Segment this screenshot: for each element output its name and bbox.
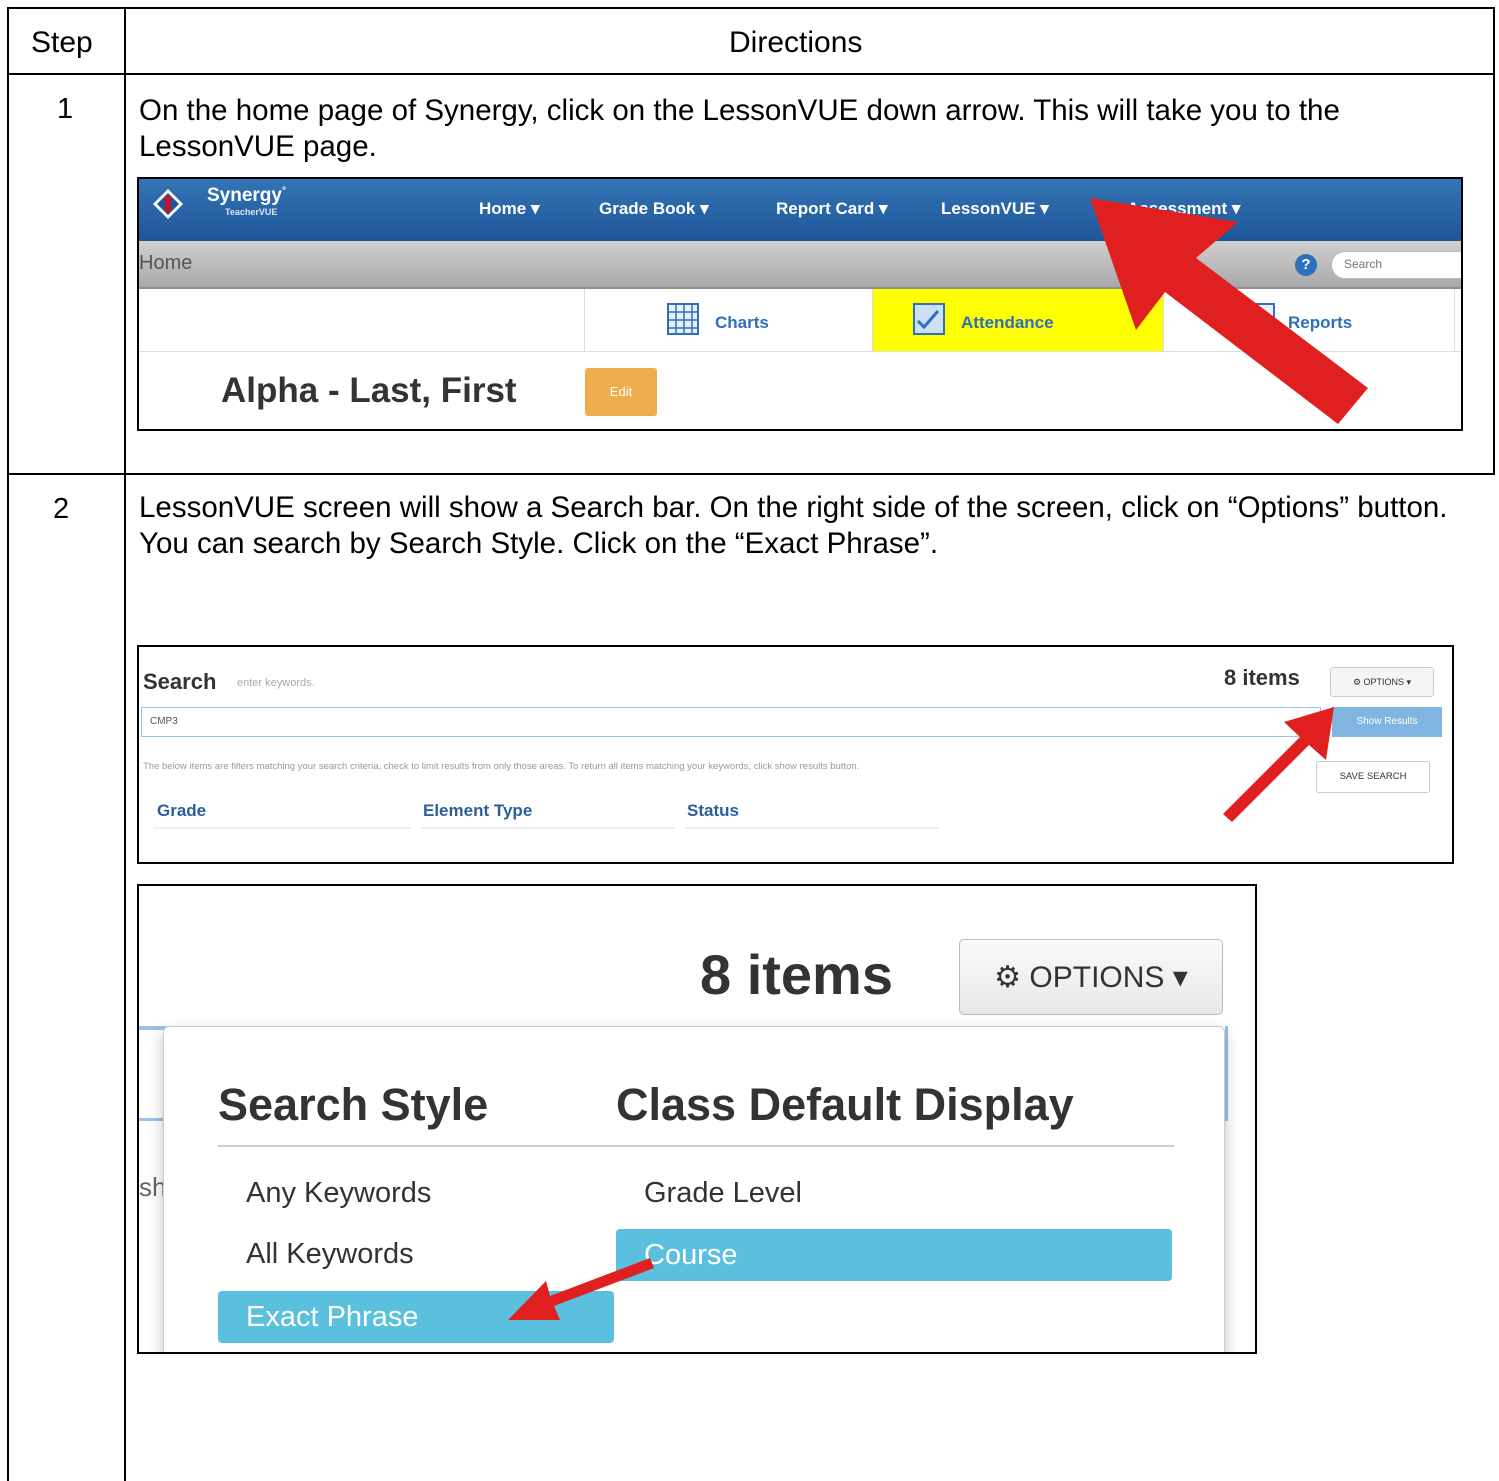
annotation-arrows [508, 198, 1368, 1320]
red-arrow-icon [1223, 707, 1334, 822]
red-arrow-icon [1090, 198, 1368, 424]
red-arrow-icon [508, 1258, 654, 1320]
